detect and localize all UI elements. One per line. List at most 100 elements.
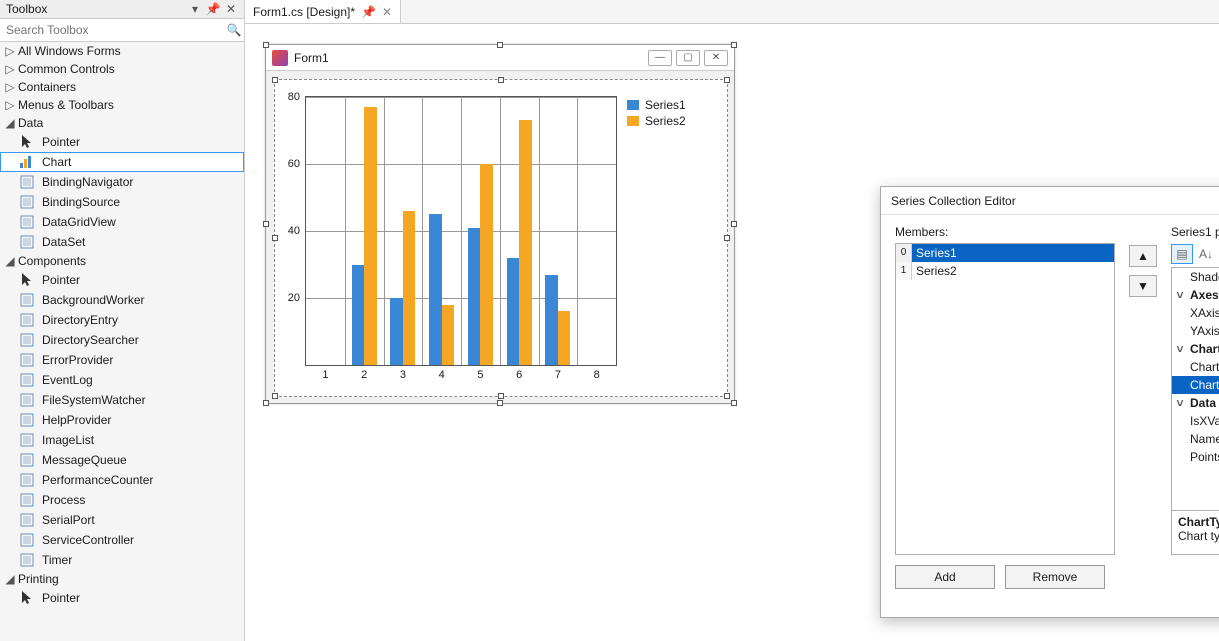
item-label: Pointer [42,591,80,605]
search-icon[interactable]: 🔍 [224,23,244,37]
toolbox-item[interactable]: BindingSource [0,192,244,212]
toolbox-category[interactable]: ▷Menus & Toolbars [0,96,244,114]
service-icon [18,532,36,548]
item-label: Pointer [42,135,80,149]
resize-handle[interactable] [724,393,730,399]
toolbox-item[interactable]: ErrorProvider [0,350,244,370]
close-button[interactable]: ✕ [704,50,728,66]
toolbox-item[interactable]: FileSystemWatcher [0,390,244,410]
collapse-icon[interactable]: ˅ [1172,342,1188,356]
property-row[interactable]: YAxisTypePrimary [1172,322,1219,340]
property-row[interactable]: Points [1172,448,1219,466]
timer-icon [18,552,36,568]
toolbox-item[interactable]: Pointer [0,270,244,290]
form-titlebar[interactable]: Form1 — ▢ ✕ [266,45,734,71]
member-row[interactable]: 0Series1 [896,244,1114,262]
resize-handle[interactable] [263,400,269,406]
collapse-icon[interactable]: ˅ [1172,396,1188,410]
toolbox-category[interactable]: ◢Components [0,252,244,270]
item-label: HelpProvider [42,413,111,427]
toolbox-list: ▷All Windows Forms▷Common Controls▷Conta… [0,42,244,641]
close-icon[interactable]: ✕ [382,5,392,19]
resize-handle[interactable] [497,400,503,406]
member-label: Series2 [912,262,1114,280]
dialog-titlebar[interactable]: Series Collection Editor ? ✕ [881,187,1219,215]
toolbox-item[interactable]: EventLog [0,370,244,390]
toolbox-item[interactable]: HelpProvider [0,410,244,430]
resize-handle[interactable] [498,77,504,83]
toolbox-item[interactable]: SerialPort [0,510,244,530]
categorized-icon[interactable]: ▤ [1171,244,1193,264]
property-row[interactable]: ChartAreaChartArea1 [1172,358,1219,376]
nav-icon [18,174,36,190]
toolbox-panel: Toolbox ▾ 📌 ✕ 🔍 ▷All Windows Forms▷Commo… [0,0,245,641]
toolbox-item[interactable]: DirectoryEntry [0,310,244,330]
property-category[interactable]: ˅Data [1172,394,1219,412]
toolbox-item[interactable]: Process [0,490,244,510]
members-list[interactable]: 0Series11Series2 [895,243,1115,555]
form-window[interactable]: Form1 — ▢ ✕ [265,44,735,404]
property-row[interactable]: ShadowOffset0 [1172,268,1219,286]
help-icon [18,412,36,428]
collapse-icon[interactable]: ˅ [1172,288,1188,302]
resize-handle[interactable] [263,221,269,227]
item-label: ServiceController [42,533,134,547]
toolbox-item[interactable]: DataSet [0,232,244,252]
resize-handle[interactable] [272,235,278,241]
item-label: BackgroundWorker [42,293,145,307]
property-row[interactable]: ChartTypeColumn▾ [1172,376,1219,394]
property-row[interactable]: Name [1172,430,1219,448]
x-tick-label: 8 [594,365,600,381]
resize-handle[interactable] [498,393,504,399]
toolbox-item[interactable]: DirectorySearcher [0,330,244,350]
resize-handle[interactable] [731,400,737,406]
move-down-button[interactable]: ▼ [1129,275,1157,297]
property-grid[interactable]: ShadowOffset0˅AxesXAxisTypePrimaryYAxisT… [1171,267,1219,511]
toolbox-item[interactable]: ServiceController [0,530,244,550]
property-category[interactable]: ˅Chart [1172,340,1219,358]
bar [364,107,376,365]
property-row[interactable]: XAxisTypePrimary [1172,304,1219,322]
toolbox-category[interactable]: ▷Containers [0,78,244,96]
resize-handle[interactable] [272,77,278,83]
search-input[interactable] [0,19,224,41]
minimize-button[interactable]: — [648,50,672,66]
close-icon[interactable]: ✕ [224,2,238,16]
toolbox-item[interactable]: BackgroundWorker [0,290,244,310]
property-category[interactable]: ˅Axes [1172,286,1219,304]
toolbox-item[interactable]: Pointer [0,588,244,608]
property-row[interactable]: IsXValueIndex [1172,412,1219,430]
member-row[interactable]: 1Series2 [896,262,1114,280]
maximize-button[interactable]: ▢ [676,50,700,66]
resize-handle[interactable] [272,393,278,399]
toolbox-item[interactable]: Timer [0,550,244,570]
toolbox-category[interactable]: ◢Data [0,114,244,132]
remove-button[interactable]: Remove [1005,565,1105,589]
item-label: DirectoryEntry [42,313,118,327]
resize-handle[interactable] [263,42,269,48]
alphabetical-icon[interactable]: A↓ [1195,244,1217,264]
toolbox-item[interactable]: ImageList [0,430,244,450]
toolbox-item[interactable]: MessageQueue [0,450,244,470]
toolbox-category[interactable]: ▷All Windows Forms [0,42,244,60]
move-up-button[interactable]: ▲ [1129,245,1157,267]
resize-handle[interactable] [724,77,730,83]
toolbox-item[interactable]: PerformanceCounter [0,470,244,490]
pin-icon[interactable]: 📌 [206,2,220,16]
toolbox-item[interactable]: BindingNavigator [0,172,244,192]
toolbox-item[interactable]: Pointer [0,132,244,152]
resize-handle[interactable] [731,42,737,48]
toolbox-category[interactable]: ◢Printing [0,570,244,588]
chart-control[interactable]: 2040608012345678 Series1Series2 [274,79,728,397]
tab-form1-design[interactable]: Form1.cs [Design]* 📌 ✕ [245,0,401,23]
dropdown-icon[interactable]: ▾ [188,2,202,16]
toolbox-item[interactable]: Chart [0,152,244,172]
resize-handle[interactable] [731,221,737,227]
add-button[interactable]: Add [895,565,995,589]
resize-handle[interactable] [724,235,730,241]
toolbox-category[interactable]: ▷Common Controls [0,60,244,78]
toolbox-item[interactable]: DataGridView [0,212,244,232]
bar [442,305,454,365]
pin-icon[interactable]: 📌 [361,5,376,19]
resize-handle[interactable] [497,42,503,48]
